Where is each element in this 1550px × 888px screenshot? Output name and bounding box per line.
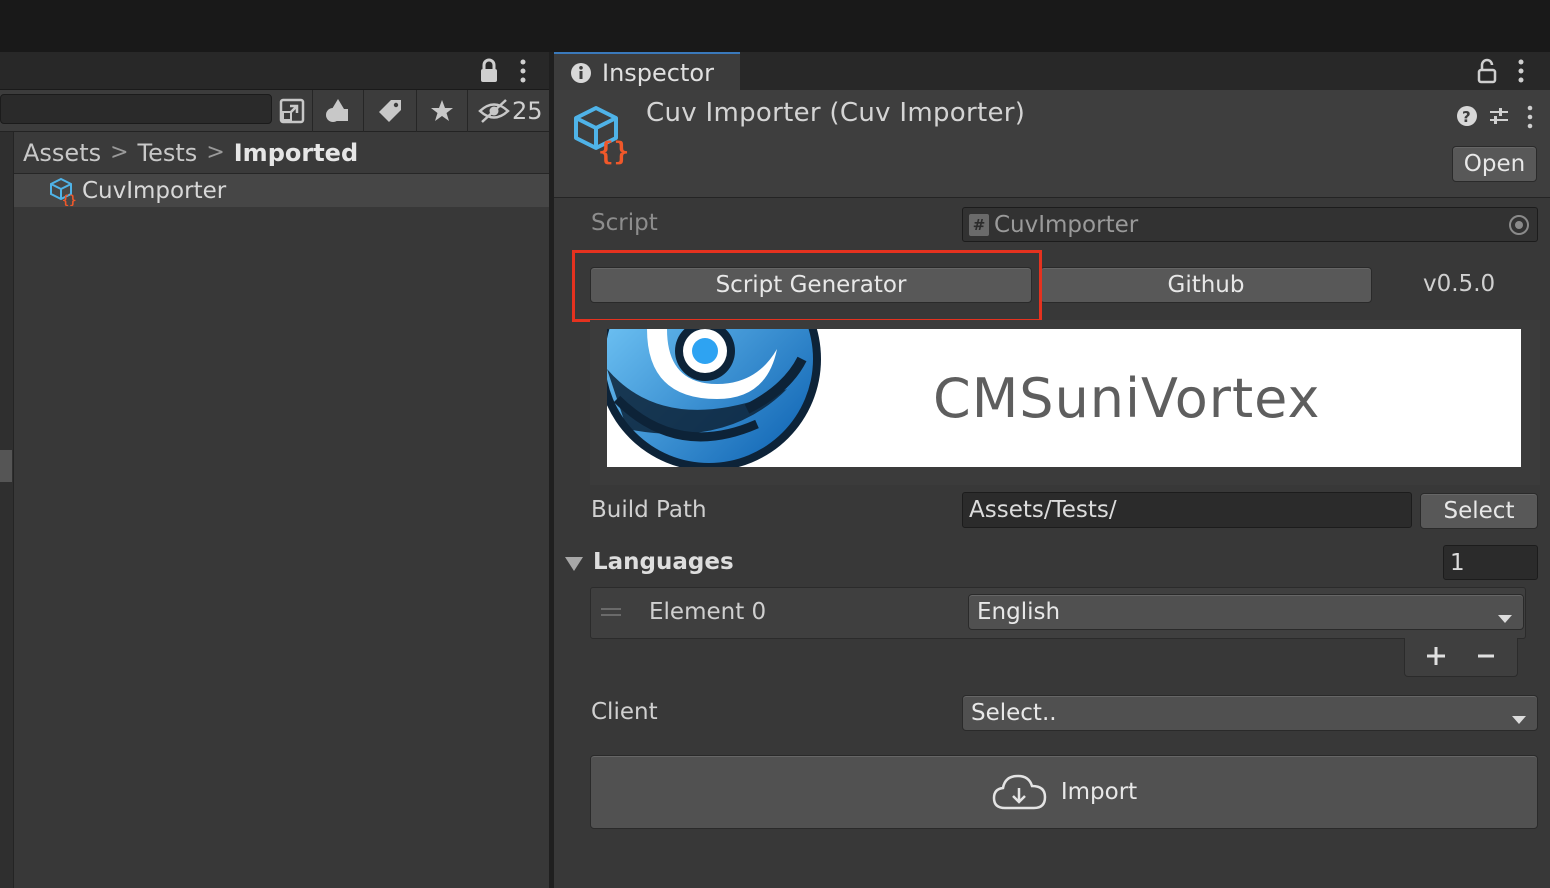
remove-element-button[interactable] xyxy=(1474,644,1498,668)
version-label: v0.5.0 xyxy=(1423,271,1496,297)
open-button[interactable]: Open xyxy=(1452,146,1537,182)
breadcrumb-item-tests[interactable]: Tests xyxy=(129,139,207,167)
top-bar xyxy=(0,0,1550,52)
breadcrumb: Assets > Tests > Imported xyxy=(14,132,549,174)
build-path-field[interactable]: Assets/Tests/ xyxy=(962,492,1412,528)
svg-text:?: ? xyxy=(1462,108,1471,126)
breadcrumb-item-imported[interactable]: Imported xyxy=(225,139,367,167)
svg-text:{}: {} xyxy=(62,193,76,206)
project-panel-header xyxy=(0,52,549,90)
lock-icon[interactable] xyxy=(478,58,500,84)
folder-tree-strip xyxy=(0,132,14,888)
element-0-label: Element 0 xyxy=(649,599,767,625)
cuv-asset-icon: {} xyxy=(48,176,78,207)
element-0-dropdown[interactable]: English xyxy=(968,594,1524,630)
add-element-button[interactable] xyxy=(1424,644,1448,668)
hidden-packages-count: 25 xyxy=(512,97,543,125)
kebab-menu-icon[interactable] xyxy=(1522,105,1538,129)
element-0-value: English xyxy=(977,599,1061,625)
help-icon[interactable]: ? xyxy=(1456,105,1478,127)
unlock-icon[interactable] xyxy=(1476,58,1498,84)
asset-name: CuvImporter xyxy=(82,177,227,204)
inspector-title: Cuv Importer (Cuv Importer) xyxy=(646,98,1026,128)
cloud-download-icon xyxy=(991,770,1049,814)
filter-by-label-icon[interactable] xyxy=(364,90,416,132)
cmsunivortex-logo: CMSuniVortex xyxy=(607,329,1521,467)
languages-size-field[interactable]: 1 xyxy=(1443,545,1538,580)
info-icon xyxy=(570,62,592,84)
chevron-down-icon xyxy=(1511,706,1527,732)
script-object-value: CuvImporter xyxy=(994,211,1139,238)
favorite-star-icon[interactable] xyxy=(417,90,467,132)
client-dropdown[interactable]: Select.. xyxy=(962,695,1538,731)
tab-inspector[interactable]: Inspector xyxy=(554,52,740,91)
kebab-menu-icon[interactable] xyxy=(1512,58,1530,84)
list-item[interactable]: {} CuvImporter xyxy=(14,174,549,207)
preset-settings-icon[interactable] xyxy=(1488,105,1510,127)
hidden-packages-toggle[interactable]: 25 xyxy=(468,90,549,132)
script-label: Script xyxy=(591,210,658,236)
languages-foldout-toggle[interactable] xyxy=(564,555,584,573)
logo-text: CMSuniVortex xyxy=(933,367,1321,430)
chevron-down-icon xyxy=(1497,605,1513,631)
chevron-right-icon: > xyxy=(206,140,225,165)
client-value: Select.. xyxy=(971,700,1057,726)
object-picker-icon[interactable] xyxy=(1508,214,1530,236)
cuv-importer-icon: {} xyxy=(570,104,632,167)
import-button[interactable]: Import xyxy=(590,755,1538,829)
client-label: Client xyxy=(591,699,658,725)
tab-inspector-label: Inspector xyxy=(602,58,714,87)
eye-hidden-icon xyxy=(478,99,510,123)
languages-label[interactable]: Languages xyxy=(593,549,734,575)
svg-text:{}: {} xyxy=(598,137,629,166)
filter-by-type-icon[interactable] xyxy=(313,90,363,132)
github-button[interactable]: Github xyxy=(1040,267,1372,303)
drag-handle-icon[interactable] xyxy=(600,604,622,618)
highlight-box xyxy=(572,250,1042,322)
build-path-label: Build Path xyxy=(591,497,707,523)
chevron-right-icon: > xyxy=(110,140,129,165)
script-object-field[interactable]: # CuvImporter xyxy=(962,207,1538,242)
open-search-window-icon[interactable] xyxy=(272,90,312,132)
scrollbar-thumb[interactable] xyxy=(0,450,12,482)
breadcrumb-item-assets[interactable]: Assets xyxy=(14,139,110,167)
import-label: Import xyxy=(1060,779,1138,805)
csharp-script-icon: # xyxy=(969,213,989,236)
list-add-remove xyxy=(1404,638,1518,677)
search-input[interactable] xyxy=(0,94,272,124)
kebab-menu-icon[interactable] xyxy=(514,58,532,84)
select-build-path-button[interactable]: Select xyxy=(1420,493,1538,529)
